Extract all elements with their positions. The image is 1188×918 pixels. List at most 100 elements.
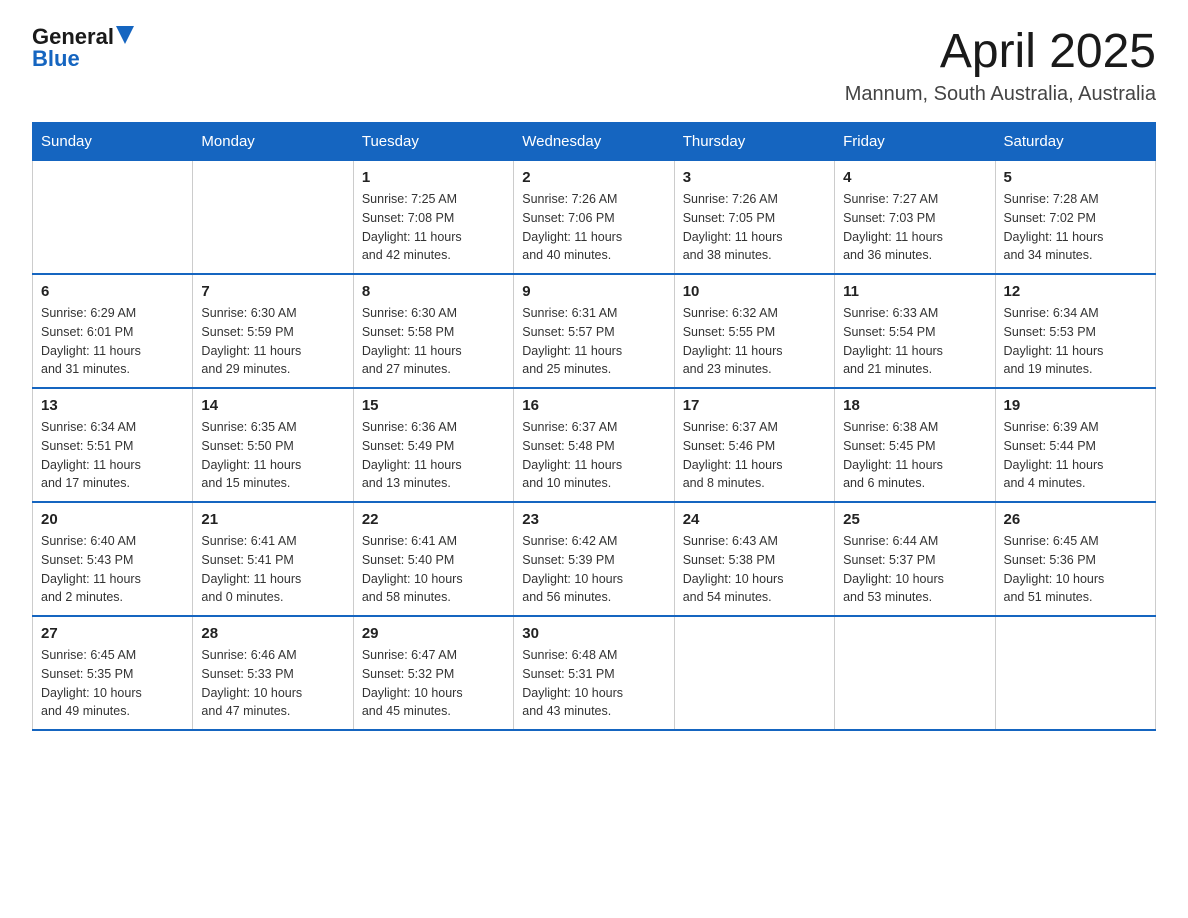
day-info: Sunrise: 7:26 AM Sunset: 7:06 PM Dayligh… xyxy=(522,190,665,265)
calendar-cell: 15 Sunrise: 6:36 AM Sunset: 5:49 PM Dayli… xyxy=(353,388,513,502)
day-number: 23 xyxy=(522,511,665,528)
day-info: Sunrise: 6:47 AM Sunset: 5:32 PM Dayligh… xyxy=(362,646,505,721)
calendar-cell: 17Sunrise: 6:37 AM Sunset: 5:46 PM Dayli… xyxy=(674,388,834,502)
weekday-header-sunday: Sunday xyxy=(33,123,193,161)
day-info: Sunrise: 6:34 AM Sunset: 5:53 PM Dayligh… xyxy=(1004,304,1147,379)
calendar-cell: 21 Sunrise: 6:41 AM Sunset: 5:41 PM Dayli… xyxy=(193,502,353,616)
calendar-cell: 11 Sunrise: 6:33 AM Sunset: 5:54 PM Dayli… xyxy=(835,274,995,388)
day-info: Sunrise: 6:36 AM Sunset: 5:49 PM Dayligh… xyxy=(362,418,505,493)
weekday-header-monday: Monday xyxy=(193,123,353,161)
day-number: 11 xyxy=(843,283,986,300)
weekday-header-tuesday: Tuesday xyxy=(353,123,513,161)
day-number: 21 xyxy=(201,511,344,528)
day-number: 4 xyxy=(843,169,986,186)
day-info: Sunrise: 6:30 AM Sunset: 5:58 PM Dayligh… xyxy=(362,304,505,379)
calendar-cell: 24 Sunrise: 6:43 AM Sunset: 5:38 PM Dayli… xyxy=(674,502,834,616)
calendar-cell: 30 Sunrise: 6:48 AM Sunset: 5:31 PM Dayli… xyxy=(514,616,674,730)
logo-blue: Blue xyxy=(32,46,80,72)
day-number: 8 xyxy=(362,283,505,300)
calendar-cell: 26Sunrise: 6:45 AM Sunset: 5:36 PM Dayli… xyxy=(995,502,1155,616)
day-number: 6 xyxy=(41,283,184,300)
calendar-cell: 8 Sunrise: 6:30 AM Sunset: 5:58 PM Daylig… xyxy=(353,274,513,388)
calendar-week-3: 13 Sunrise: 6:34 AM Sunset: 5:51 PM Dayli… xyxy=(33,388,1156,502)
calendar-cell: 9 Sunrise: 6:31 AM Sunset: 5:57 PM Daylig… xyxy=(514,274,674,388)
calendar-cell: 12 Sunrise: 6:34 AM Sunset: 5:53 PM Dayli… xyxy=(995,274,1155,388)
title-section: April 2025 Mannum, South Australia, Aust… xyxy=(845,24,1156,106)
weekday-header-saturday: Saturday xyxy=(995,123,1155,161)
logo: General Blue xyxy=(32,24,134,72)
day-number: 20 xyxy=(41,511,184,528)
day-number: 29 xyxy=(362,625,505,642)
day-info: Sunrise: 6:39 AM Sunset: 5:44 PM Dayligh… xyxy=(1004,418,1147,493)
calendar-cell: 27 Sunrise: 6:45 AM Sunset: 5:35 PM Dayli… xyxy=(33,616,193,730)
day-number: 28 xyxy=(201,625,344,642)
day-number: 25 xyxy=(843,511,986,528)
calendar-cell: 3 Sunrise: 7:26 AM Sunset: 7:05 PM Daylig… xyxy=(674,161,834,275)
calendar-subtitle: Mannum, South Australia, Australia xyxy=(845,83,1156,106)
day-info: Sunrise: 6:32 AM Sunset: 5:55 PM Dayligh… xyxy=(683,304,826,379)
day-number: 16 xyxy=(522,397,665,414)
day-info: Sunrise: 6:35 AM Sunset: 5:50 PM Dayligh… xyxy=(201,418,344,493)
calendar-cell: 25 Sunrise: 6:44 AM Sunset: 5:37 PM Dayli… xyxy=(835,502,995,616)
calendar-cell: 13 Sunrise: 6:34 AM Sunset: 5:51 PM Dayli… xyxy=(33,388,193,502)
weekday-header-friday: Friday xyxy=(835,123,995,161)
day-info: Sunrise: 6:29 AM Sunset: 6:01 PM Dayligh… xyxy=(41,304,184,379)
day-info: Sunrise: 6:37 AM Sunset: 5:48 PM Dayligh… xyxy=(522,418,665,493)
calendar-cell xyxy=(674,616,834,730)
calendar-cell xyxy=(835,616,995,730)
weekday-header-wednesday: Wednesday xyxy=(514,123,674,161)
day-info: Sunrise: 7:25 AM Sunset: 7:08 PM Dayligh… xyxy=(362,190,505,265)
calendar-cell: 2 Sunrise: 7:26 AM Sunset: 7:06 PM Daylig… xyxy=(514,161,674,275)
calendar-week-2: 6 Sunrise: 6:29 AM Sunset: 6:01 PM Daylig… xyxy=(33,274,1156,388)
weekday-header-thursday: Thursday xyxy=(674,123,834,161)
day-info: Sunrise: 6:45 AM Sunset: 5:35 PM Dayligh… xyxy=(41,646,184,721)
day-info: Sunrise: 6:41 AM Sunset: 5:40 PM Dayligh… xyxy=(362,532,505,607)
day-info: Sunrise: 6:41 AM Sunset: 5:41 PM Dayligh… xyxy=(201,532,344,607)
calendar-cell: 23 Sunrise: 6:42 AM Sunset: 5:39 PM Dayli… xyxy=(514,502,674,616)
day-number: 12 xyxy=(1004,283,1147,300)
calendar-table: SundayMondayTuesdayWednesdayThursdayFrid… xyxy=(32,122,1156,731)
day-number: 2 xyxy=(522,169,665,186)
calendar-cell: 20Sunrise: 6:40 AM Sunset: 5:43 PM Dayli… xyxy=(33,502,193,616)
day-number: 26 xyxy=(1004,511,1147,528)
day-info: Sunrise: 6:42 AM Sunset: 5:39 PM Dayligh… xyxy=(522,532,665,607)
day-number: 27 xyxy=(41,625,184,642)
day-number: 10 xyxy=(683,283,826,300)
day-info: Sunrise: 6:48 AM Sunset: 5:31 PM Dayligh… xyxy=(522,646,665,721)
day-number: 15 xyxy=(362,397,505,414)
calendar-title: April 2025 xyxy=(845,24,1156,79)
calendar-cell: 7Sunrise: 6:30 AM Sunset: 5:59 PM Daylig… xyxy=(193,274,353,388)
day-number: 1 xyxy=(362,169,505,186)
calendar-cell xyxy=(193,161,353,275)
day-info: Sunrise: 6:34 AM Sunset: 5:51 PM Dayligh… xyxy=(41,418,184,493)
day-number: 3 xyxy=(683,169,826,186)
day-number: 13 xyxy=(41,397,184,414)
calendar-cell xyxy=(995,616,1155,730)
calendar-week-1: 1 Sunrise: 7:25 AM Sunset: 7:08 PM Daylig… xyxy=(33,161,1156,275)
calendar-cell: 29 Sunrise: 6:47 AM Sunset: 5:32 PM Dayli… xyxy=(353,616,513,730)
day-number: 22 xyxy=(362,511,505,528)
day-number: 30 xyxy=(522,625,665,642)
day-number: 9 xyxy=(522,283,665,300)
day-info: Sunrise: 7:27 AM Sunset: 7:03 PM Dayligh… xyxy=(843,190,986,265)
day-info: Sunrise: 7:26 AM Sunset: 7:05 PM Dayligh… xyxy=(683,190,826,265)
day-number: 5 xyxy=(1004,169,1147,186)
day-number: 7 xyxy=(201,283,344,300)
calendar-cell: 4 Sunrise: 7:27 AM Sunset: 7:03 PM Daylig… xyxy=(835,161,995,275)
day-number: 24 xyxy=(683,511,826,528)
day-info: Sunrise: 6:31 AM Sunset: 5:57 PM Dayligh… xyxy=(522,304,665,379)
calendar-cell: 16 Sunrise: 6:37 AM Sunset: 5:48 PM Dayli… xyxy=(514,388,674,502)
day-info: Sunrise: 6:44 AM Sunset: 5:37 PM Dayligh… xyxy=(843,532,986,607)
calendar-cell: 14Sunrise: 6:35 AM Sunset: 5:50 PM Dayli… xyxy=(193,388,353,502)
day-info: Sunrise: 6:33 AM Sunset: 5:54 PM Dayligh… xyxy=(843,304,986,379)
calendar-cell: 19Sunrise: 6:39 AM Sunset: 5:44 PM Dayli… xyxy=(995,388,1155,502)
logo-arrow-icon xyxy=(116,26,134,44)
day-info: Sunrise: 6:43 AM Sunset: 5:38 PM Dayligh… xyxy=(683,532,826,607)
calendar-cell: 6 Sunrise: 6:29 AM Sunset: 6:01 PM Daylig… xyxy=(33,274,193,388)
calendar-cell: 28Sunrise: 6:46 AM Sunset: 5:33 PM Dayli… xyxy=(193,616,353,730)
calendar-week-4: 20Sunrise: 6:40 AM Sunset: 5:43 PM Dayli… xyxy=(33,502,1156,616)
calendar-cell: 5Sunrise: 7:28 AM Sunset: 7:02 PM Daylig… xyxy=(995,161,1155,275)
day-info: Sunrise: 6:38 AM Sunset: 5:45 PM Dayligh… xyxy=(843,418,986,493)
calendar-cell: 10 Sunrise: 6:32 AM Sunset: 5:55 PM Dayli… xyxy=(674,274,834,388)
day-number: 18 xyxy=(843,397,986,414)
